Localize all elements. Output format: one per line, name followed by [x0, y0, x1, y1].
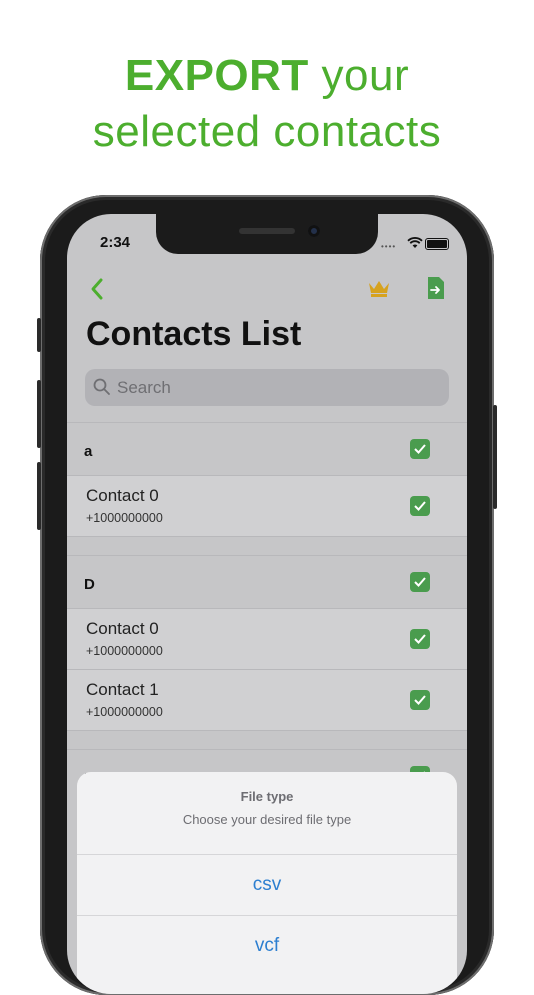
file-type-action-sheet: File type Choose your desired file type …: [77, 772, 457, 994]
speaker: [239, 228, 295, 234]
vcf-option-button[interactable]: vcf: [77, 915, 457, 976]
section-spacer: [67, 536, 467, 555]
contact-checkbox[interactable]: [410, 690, 430, 710]
battery-icon: [425, 238, 449, 250]
section-spacer: [67, 730, 467, 749]
page-title: Contacts List: [86, 315, 302, 353]
section-checkbox[interactable]: [410, 439, 430, 459]
sheet-title: File type: [240, 789, 294, 804]
phone-screen: 2:34 •••• Contacts List a: [67, 214, 467, 994]
export-file-icon[interactable]: [427, 276, 445, 300]
checkmark-icon: [414, 634, 426, 644]
crown-icon[interactable]: [367, 278, 391, 298]
search-bar[interactable]: [85, 369, 449, 406]
contact-phone: +1000000000: [86, 705, 163, 719]
contact-phone: +1000000000: [86, 511, 163, 525]
section-checkbox[interactable]: [410, 572, 430, 592]
section-label: a: [84, 443, 93, 460]
sheet-message: Choose your desired file type: [182, 812, 352, 827]
section-header-d: D: [67, 555, 467, 608]
power-button: [493, 405, 497, 509]
status-icons: ••••: [381, 236, 451, 251]
section-label: D: [84, 576, 95, 593]
contact-row[interactable]: Contact 0 +1000000000: [67, 475, 467, 536]
checkmark-icon: [414, 695, 426, 705]
contact-name: Contact 1: [86, 680, 159, 699]
promo-headline: EXPORT your selected contacts: [0, 48, 534, 160]
contact-name: Contact 0: [86, 619, 159, 638]
status-time: 2:34: [100, 234, 131, 251]
back-chevron-icon[interactable]: [87, 276, 109, 302]
search-icon: [93, 378, 110, 395]
wifi-icon: [407, 237, 423, 248]
contact-phone: +1000000000: [86, 644, 163, 658]
section-header-a: a: [67, 422, 467, 475]
csv-option-button[interactable]: csv: [77, 854, 457, 915]
volume-down-button: [37, 462, 41, 530]
search-input[interactable]: [117, 369, 437, 406]
notch: [156, 214, 378, 254]
silent-switch: [37, 318, 41, 352]
promo-headline-line1: EXPORT your: [124, 51, 410, 100]
contact-checkbox[interactable]: [410, 629, 430, 649]
signal-icon: ••••: [381, 242, 397, 251]
volume-up-button: [37, 380, 41, 448]
contact-row[interactable]: Contact 0 +1000000000: [67, 608, 467, 669]
contacts-list: a Contact 0 +1000000000 D Contact 0 +100…: [67, 422, 467, 802]
contact-checkbox[interactable]: [410, 496, 430, 516]
checkmark-icon: [414, 577, 426, 587]
contact-row[interactable]: Contact 1 +1000000000: [67, 669, 467, 730]
promo-headline-line2: selected contacts: [92, 107, 442, 156]
front-camera: [308, 225, 320, 237]
contact-name: Contact 0: [86, 486, 159, 505]
checkmark-icon: [414, 444, 426, 454]
checkmark-icon: [414, 501, 426, 511]
